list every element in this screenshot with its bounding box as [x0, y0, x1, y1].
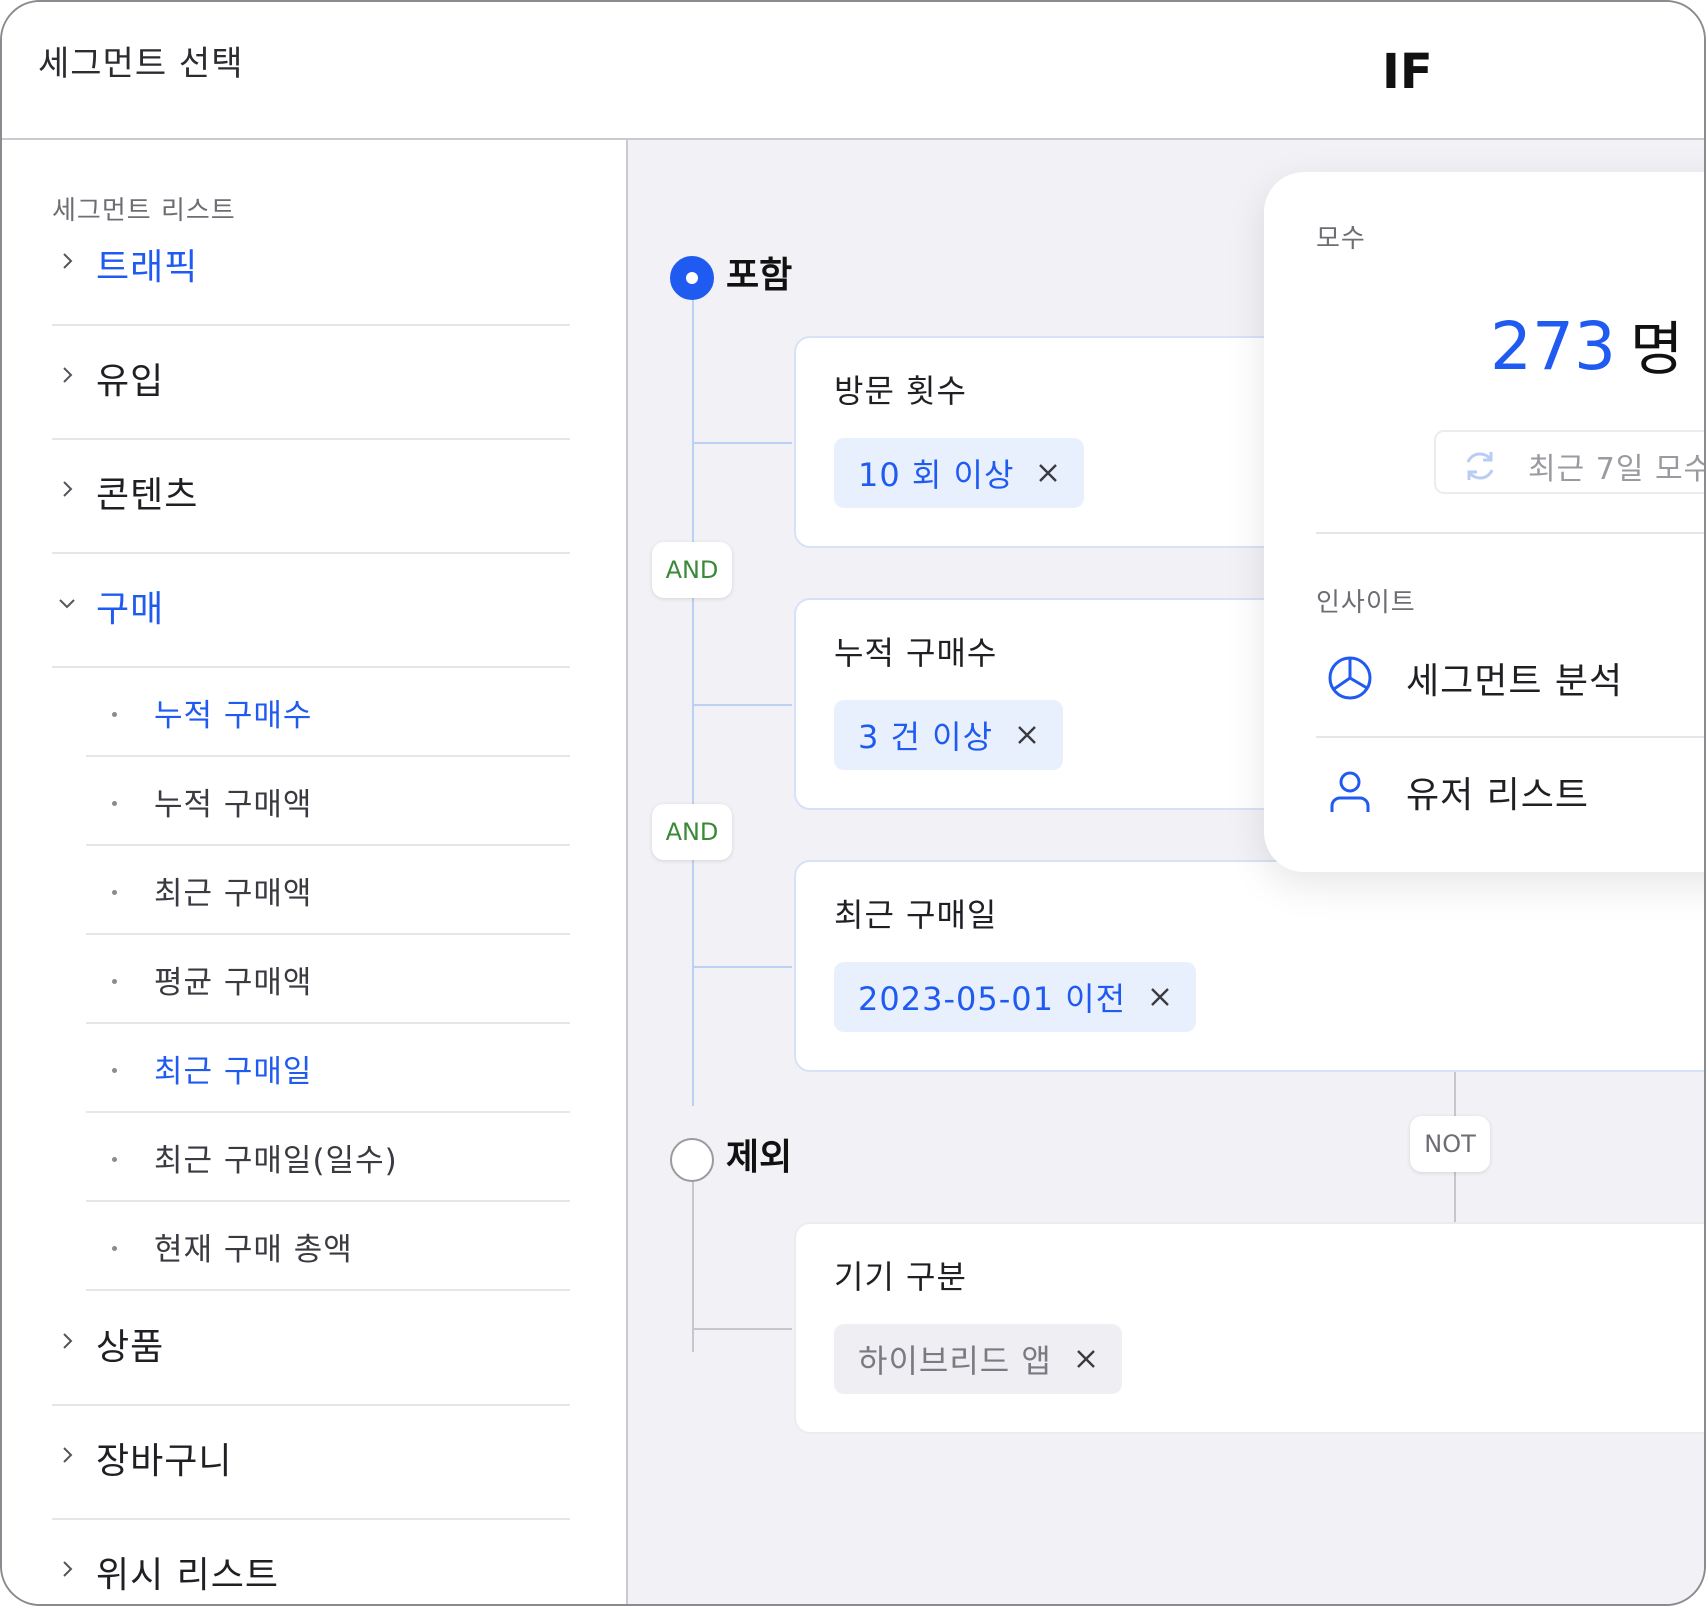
insight-caption: 인사이트	[1316, 588, 1416, 618]
chevron-right-icon	[63, 1561, 73, 1577]
exclude-tree-line	[692, 1162, 694, 1352]
bullet-icon	[112, 801, 117, 806]
close-icon[interactable]	[1036, 461, 1060, 485]
condition-card-device-type[interactable]: 기기 구분 하이브리드 앱	[794, 1222, 1704, 1434]
insight-label: 유저 리스트	[1406, 775, 1590, 816]
refresh-label: 최근 7일 모수	[1528, 452, 1706, 487]
population-count: 273 명	[1490, 302, 1683, 386]
close-icon[interactable]	[1074, 1347, 1098, 1371]
bullet-icon	[112, 890, 117, 895]
condition-card-recent-purchase-date[interactable]: 최근 구매일 2023-05-01 이전	[794, 860, 1704, 1072]
category-label: 상품	[96, 1327, 165, 1368]
condition-title: 방문 횟수	[834, 372, 967, 410]
bullet-icon	[112, 1246, 117, 1251]
chip-label: 2023-05-01 이전	[858, 980, 1127, 1018]
population-caption: 모수	[1316, 224, 1366, 254]
insight-label: 세그먼트 분석	[1406, 661, 1624, 702]
close-icon[interactable]	[1015, 723, 1039, 747]
insight-user-list[interactable]: 유저 리스트	[1316, 752, 1704, 832]
category-product[interactable]: 상품	[52, 1292, 570, 1406]
condition-chip[interactable]: 10 회 이상	[834, 438, 1085, 508]
bullet-icon	[112, 1068, 117, 1073]
bullet-icon	[112, 979, 117, 984]
subitem-recent-purchase-amount[interactable]: 최근 구매액	[86, 846, 570, 935]
category-inflow[interactable]: 유입	[52, 326, 570, 440]
chevron-down-icon	[59, 599, 75, 609]
subitem-current-purchase-total[interactable]: 현재 구매 총액	[86, 1202, 570, 1291]
population-count-value: 273	[1490, 308, 1616, 385]
subitem-average-purchase-amount[interactable]: 평균 구매액	[86, 935, 570, 1024]
subitem-label: 최근 구매일(일수)	[154, 1143, 398, 1179]
subitem-cumulative-purchase-amount[interactable]: 누적 구매액	[86, 757, 570, 846]
condition-title: 기기 구분	[834, 1258, 967, 1296]
condition-chip[interactable]: 2023-05-01 이전	[834, 962, 1197, 1032]
include-branch-line	[692, 442, 792, 444]
include-branch-line	[692, 966, 792, 968]
category-contents[interactable]: 콘텐츠	[52, 440, 570, 554]
population-panel: 모수 273 명 최근 7일 모수 인사이트 세그먼트 분석 유저 리스트	[1264, 172, 1706, 872]
condition-title: 최근 구매일	[834, 896, 998, 934]
include-tree-line	[692, 280, 694, 1106]
panel-divider	[1316, 736, 1704, 738]
condition-chip[interactable]: 3 건 이상	[834, 700, 1064, 770]
and-operator-badge[interactable]: AND	[652, 804, 732, 860]
header: 세그먼트 선택 IF	[2, 2, 1704, 140]
category-label: 트래픽	[96, 247, 199, 288]
exclude-branch-line	[692, 1328, 792, 1330]
exclude-radio[interactable]	[670, 1138, 714, 1182]
subitem-label: 평균 구매액	[154, 965, 313, 1001]
condition-title: 누적 구매수	[834, 634, 998, 672]
bullet-icon	[112, 712, 117, 717]
panel-divider	[1316, 532, 1704, 534]
subitem-label: 최근 구매액	[154, 876, 313, 912]
subitem-cumulative-purchase-count[interactable]: 누적 구매수	[86, 668, 570, 757]
chip-label: 10 회 이상	[858, 456, 1015, 494]
condition-chip[interactable]: 하이브리드 앱	[834, 1324, 1122, 1394]
include-radio[interactable]	[670, 256, 714, 300]
chevron-right-icon	[63, 367, 73, 383]
subitem-recent-purchase-date[interactable]: 최근 구매일	[86, 1024, 570, 1113]
chevron-right-icon	[63, 1447, 73, 1463]
subitem-label: 누적 구매액	[154, 787, 313, 823]
refresh-population-button[interactable]: 최근 7일 모수	[1434, 430, 1706, 494]
category-label: 콘텐츠	[96, 475, 199, 516]
bullet-icon	[112, 1157, 117, 1162]
insight-segment-analysis[interactable]: 세그먼트 분석	[1316, 638, 1704, 718]
include-label: 포함	[726, 255, 793, 296]
category-label: 위시 리스트	[96, 1555, 280, 1596]
population-count-unit: 명	[1629, 315, 1684, 383]
subitem-label: 누적 구매수	[154, 698, 313, 734]
exclude-label: 제외	[726, 1137, 793, 1178]
include-branch-line	[692, 704, 792, 706]
and-operator-badge[interactable]: AND	[652, 542, 732, 598]
chevron-right-icon	[63, 253, 73, 269]
condition-mode-label: IF	[1382, 44, 1433, 100]
segment-sidebar: 세그먼트 리스트 트래픽 유입 콘텐츠 구매 누적 구매수 누적 구매액 최근 …	[2, 140, 628, 1604]
chevron-right-icon	[63, 481, 73, 497]
subitem-label: 현재 구매 총액	[154, 1232, 353, 1268]
category-label: 장바구니	[96, 1441, 233, 1482]
chip-label: 하이브리드 앱	[858, 1342, 1052, 1380]
app-window: 세그먼트 선택 IF 세그먼트 리스트 트래픽 유입 콘텐츠 구매 누적 구매수…	[0, 0, 1706, 1606]
user-icon	[1330, 771, 1370, 812]
close-icon[interactable]	[1148, 985, 1172, 1009]
category-label: 구매	[96, 589, 165, 630]
page-title: 세그먼트 선택	[38, 44, 244, 84]
category-cart[interactable]: 장바구니	[52, 1406, 570, 1520]
not-operator-badge[interactable]: NOT	[1410, 1116, 1490, 1172]
pie-chart-icon	[1328, 656, 1372, 700]
subitem-label: 최근 구매일	[154, 1054, 313, 1090]
category-purchase[interactable]: 구매	[52, 554, 570, 668]
chevron-right-icon	[63, 1333, 73, 1349]
category-wishlist[interactable]: 위시 리스트	[52, 1520, 570, 1604]
chip-label: 3 건 이상	[858, 718, 994, 756]
category-label: 유입	[96, 361, 165, 402]
category-traffic[interactable]: 트래픽	[52, 212, 570, 326]
refresh-icon	[1466, 452, 1494, 480]
subitem-recent-purchase-days[interactable]: 최근 구매일(일수)	[86, 1113, 570, 1202]
